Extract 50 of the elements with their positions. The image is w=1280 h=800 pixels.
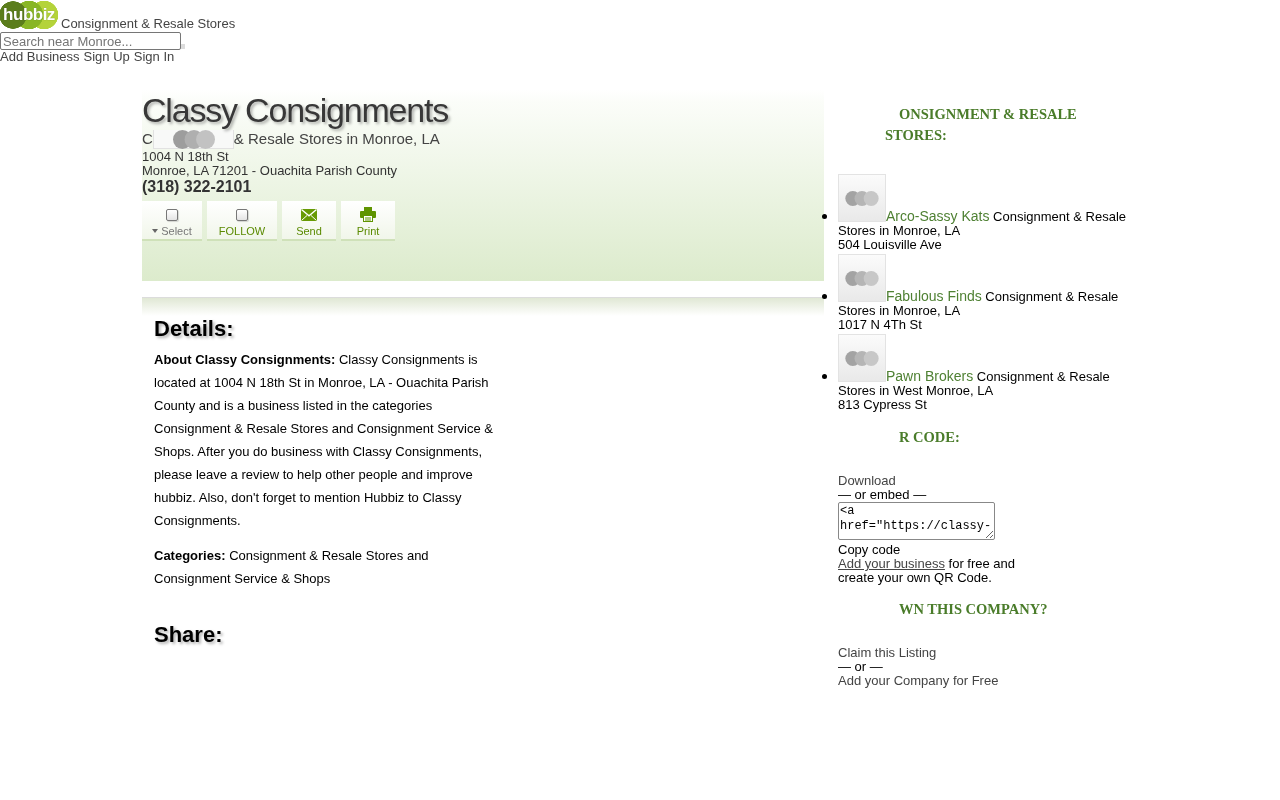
store-name-link[interactable]: Pawn Brokers — [886, 368, 974, 384]
section-heading: WN THIS COMPANY? — [898, 600, 1049, 619]
add-company-link[interactable]: Add your Company for Free — [838, 674, 999, 688]
address-text: 813 Cypress St — [838, 398, 927, 412]
nav-link[interactable]: Sign Up — [83, 50, 130, 64]
categories-text: Categories: Consignment & Resale Stores and Consignment Service & Shops — [154, 547, 430, 588]
nav-link[interactable]: Add Business — [0, 50, 80, 64]
separator-text: — or — — [838, 660, 883, 674]
separator-text: — or embed — — [838, 488, 927, 502]
store-description: Arco-Sassy Kats Consignment & Resale Stores in Monroe, LA — [838, 209, 1128, 238]
image-placeholder — [838, 334, 886, 382]
address-text: 504 Louisville Ave — [838, 238, 942, 252]
about-paragraph: About Classy Consignments: Classy Consignments is located at 1004 N 18th St in Monroe, LA - Ouachita Parish County and is a business listed in the categories Consignment & Resale Stores and Consignment Service & Shops. After you do business with Classy Consignments, please leave a review to help other people and improve hubbiz. Also, don't forget to mention Hubbiz to Classy Consignments. — [154, 351, 494, 530]
store-name-link[interactable]: Arco-Sassy Kats — [886, 208, 990, 224]
category-link[interactable]: Consignment & Resale Stores — [61, 16, 236, 31]
category-text: C — [142, 130, 153, 147]
section-heading: Share: — [154, 622, 223, 648]
bullet-icon — [822, 374, 827, 379]
image-placeholder — [838, 174, 886, 222]
search-field[interactable]: Search near Monroe... — [0, 32, 181, 50]
section-heading: Details: — [154, 316, 234, 342]
print-button[interactable]: Print — [341, 201, 395, 241]
printer-icon — [360, 207, 376, 222]
copy-code-link[interactable]: Copy code — [838, 543, 901, 557]
image-placeholder — [838, 254, 886, 302]
bullet-icon — [822, 214, 827, 219]
category-text: & Resale Stores in Monroe, LA — [233, 130, 440, 147]
store-description: Fabulous Finds Consignment & Resale Stores in Monroe, LA — [838, 289, 1120, 318]
qr-promo-text: Add your business for free and create your own QR Code. — [838, 557, 1017, 585]
section-heading: ONSIGNMENT & RESALE STORES: — [885, 105, 1078, 145]
caret-icon — [152, 229, 159, 233]
phone-number: (318) 322-2101 — [142, 178, 252, 196]
search-button[interactable] — [181, 44, 185, 49]
address-text: 1004 N 18th St — [142, 150, 229, 164]
address-text: 1017 N 4Th St — [838, 318, 922, 332]
nav-link[interactable]: Sign In — [133, 50, 175, 64]
send-button[interactable]: Send — [282, 201, 336, 241]
bullet-icon — [822, 294, 827, 299]
business-name: Classy Consignments — [142, 90, 448, 130]
select-button[interactable]: Select — [142, 201, 202, 241]
download-link[interactable]: Download — [838, 474, 896, 488]
envelope-icon — [301, 209, 317, 221]
store-name-link[interactable]: Fabulous Finds — [886, 288, 982, 304]
address-text: Monroe, LA 71201 - Ouachita Parish County — [142, 164, 398, 178]
store-description: Pawn Brokers Consignment & Resale Stores in West Monroe, LA — [838, 369, 1111, 398]
follow-button[interactable]: FOLLOW — [207, 201, 277, 241]
claim-listing-link[interactable]: Claim this Listing — [838, 646, 937, 660]
add-business-link[interactable]: Add your business — [838, 556, 945, 571]
section-heading: R CODE: — [898, 428, 961, 447]
embed-code-field[interactable]: <a href="https://classy- — [838, 502, 995, 540]
